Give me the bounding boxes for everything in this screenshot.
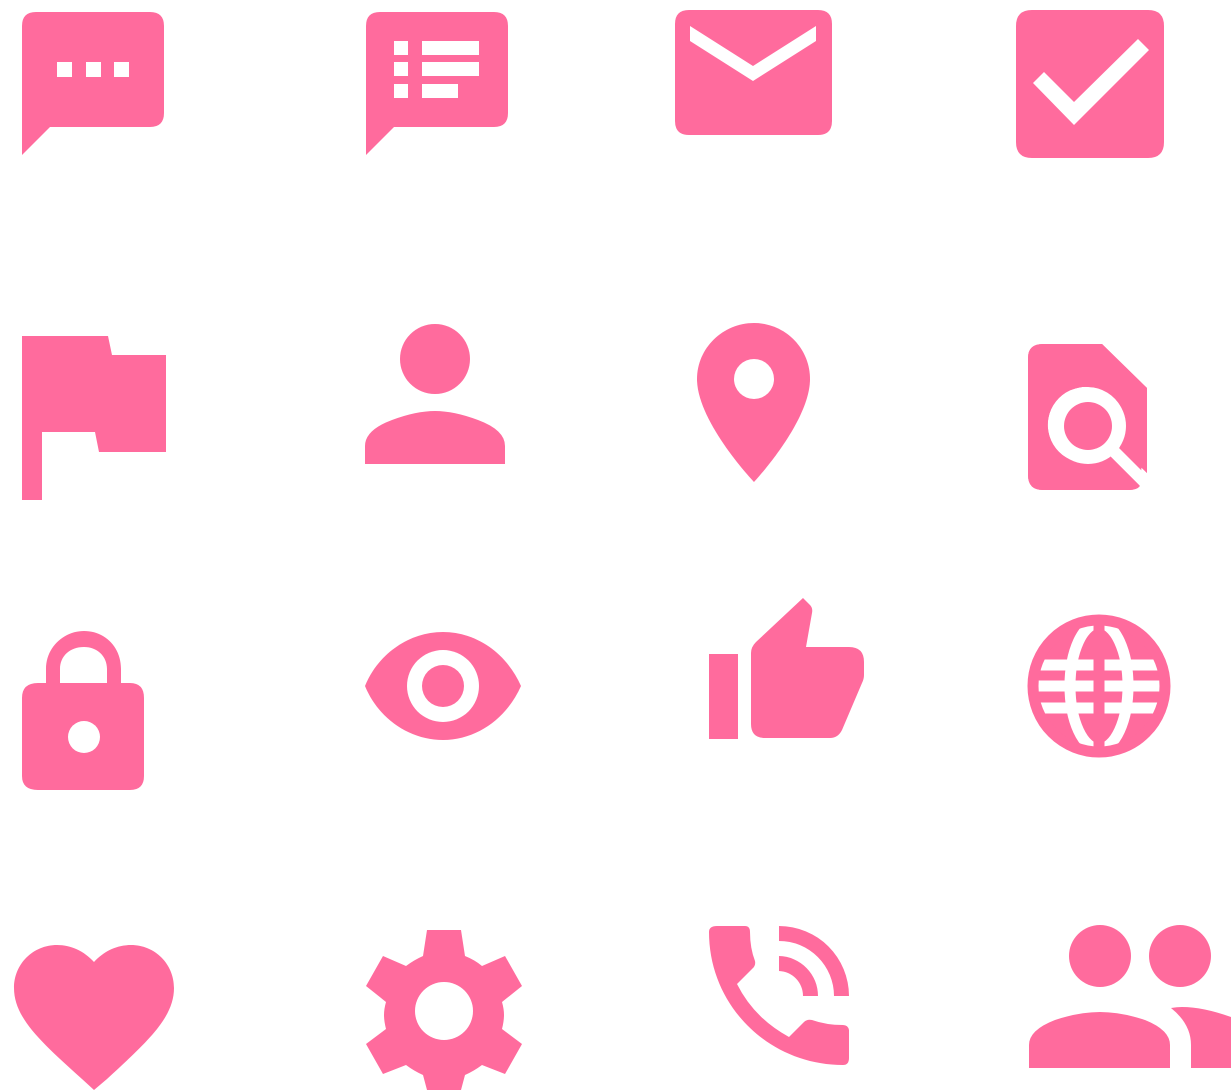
chat-bubble-list-icon xyxy=(364,12,510,157)
mail-icon xyxy=(675,10,833,137)
icon-grid xyxy=(0,0,1231,1090)
checkbox-checked-icon xyxy=(1016,10,1166,160)
eye-icon xyxy=(364,630,524,742)
people-icon xyxy=(1027,922,1231,1070)
settings-gear-icon xyxy=(364,928,526,1090)
person-icon xyxy=(364,322,508,466)
heart-icon xyxy=(13,942,176,1090)
file-search-icon xyxy=(1027,343,1151,493)
location-pin-icon xyxy=(696,322,812,484)
chat-bubble-dots-icon xyxy=(20,12,166,157)
globe-icon xyxy=(1027,614,1172,759)
thumbs-up-icon xyxy=(707,596,867,742)
flag-icon xyxy=(20,334,168,502)
lock-icon xyxy=(20,630,148,793)
phone-in-talk-icon xyxy=(707,924,853,1070)
